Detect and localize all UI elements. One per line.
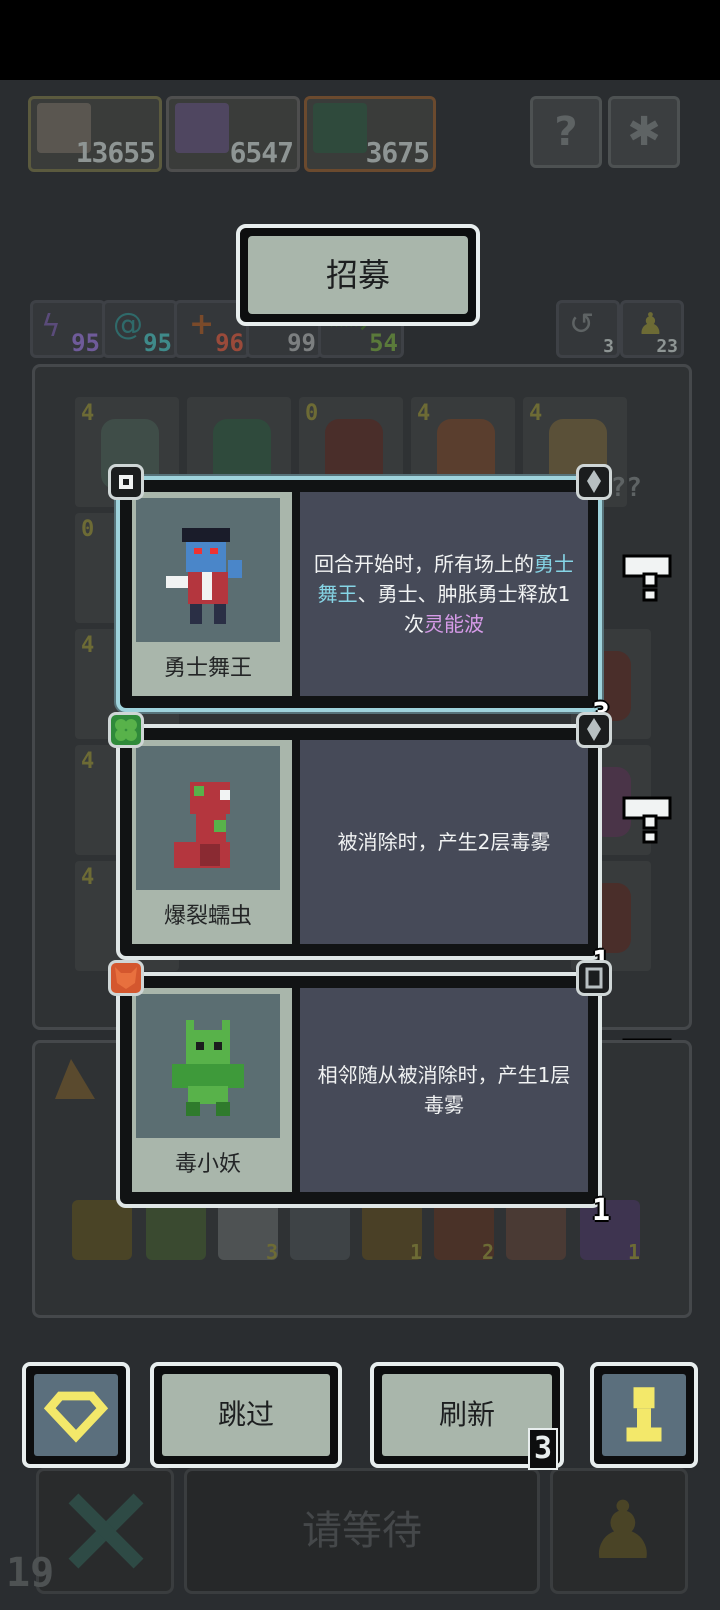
pawn-icon [626,1387,662,1442]
refresh-button-label: 刷新 [382,1374,552,1456]
stat-swirl-value: 95 [143,329,172,357]
card-count: 1 [591,1193,610,1228]
recruit-card[interactable]: 毒小妖 相邻随从被消除时，产生1层毒雾 1 [108,960,612,1228]
fox-badge-icon [108,960,144,996]
counter-pawn-value: 23 [656,336,678,357]
stat-plus-value: 96 [215,329,244,357]
shop-item [146,1200,206,1260]
pawn-dimmed-icon: ♟ [587,1484,659,1577]
recycle-icon: ↺ [569,307,595,342]
board-cell-level: 4 [529,401,543,426]
skip-button-label: 跳过 [162,1374,330,1456]
explosive-worm-icon [136,746,280,890]
pawn-button[interactable] [590,1362,698,1468]
stat-lightning: ϟ 95 [30,300,106,358]
shop-item: 2 [434,1200,494,1264]
recruit-card[interactable]: 爆裂蠕虫 被消除时，产生2层毒雾 1 [108,712,612,980]
dancer-warrior-icon [136,498,280,642]
resource-staff-value: 6547 [229,136,294,169]
card-name: 爆裂蠕虫 [163,904,252,929]
recruit-title: 招募 [236,224,480,326]
sword-badge-icon [576,464,612,500]
board-cell-level: 0 [81,517,95,542]
resource-hero: 13655 [28,96,162,172]
resource-dino: 3675 [304,96,436,172]
board-cell-level: 4 [81,865,95,890]
card-description: 回合开始时，所有场上的勇士舞王、勇士、肿胀勇士释放1次灵能波 [300,492,588,696]
card-portrait-frame: 爆裂蠕虫 [132,740,292,944]
card-description: 被消除时，产生2层毒雾 [300,740,588,944]
pawn-button-dimmed: ♟ [550,1468,688,1594]
counter-recycle: ↺ 3 [556,300,620,358]
shield-badge-icon [576,960,612,996]
card-portrait-frame: 毒小妖 [132,988,292,1192]
shop-item: 1 [580,1200,640,1264]
refresh-count: 3 [528,1428,558,1470]
clover-badge-icon [108,712,144,748]
settings-icon: ✱ [627,109,661,155]
dino-icon [313,103,367,153]
resource-dino-value: 3675 [365,136,430,169]
counter-recycle-value: 3 [603,336,614,357]
board-cell-level: 4 [81,633,95,658]
staff-icon [175,103,229,153]
board-cell-level: 0 [305,401,319,426]
cancel-button-dimmed [36,1468,174,1594]
board-cell-level: 4 [81,401,95,426]
question-mark-icon[interactable] [622,794,672,844]
question-mark-icon[interactable] [622,552,672,602]
sword-badge-icon [576,712,612,748]
counter-pawn: ♟ 23 [620,300,684,358]
turn-counter: 19 [6,1550,55,1596]
cheese-icon [55,1059,95,1099]
status-bar [0,0,720,80]
diamond-icon [43,1391,109,1443]
card-name: 勇士舞王 [163,656,252,681]
shop-item [506,1200,566,1260]
card-portrait-frame: 勇士舞王 [132,492,292,696]
shop-item: 1 [362,1200,422,1264]
board-cell-level: 4 [417,401,431,426]
card-name: 毒小妖 [174,1152,241,1177]
board-cell-level: 4 [81,749,95,774]
stat-lightning-value: 95 [71,329,100,357]
stat-bow-value: 54 [369,329,398,357]
help-button[interactable]: ? [530,96,602,168]
shop-item [72,1200,132,1260]
resource-staff: 6547 [166,96,300,172]
stat-sword-value: 99 [287,329,316,357]
diamond-button[interactable] [22,1362,130,1468]
wait-button: 请等待 [184,1468,540,1594]
help-icon: ? [554,109,578,155]
lightning-icon: ϟ [41,309,61,344]
card-description: 相邻随从被消除时，产生1层毒雾 [300,988,588,1192]
skip-button[interactable]: 跳过 [150,1362,342,1468]
shop-item: 3 [218,1200,278,1264]
plus-icon: + [189,307,215,342]
recruit-card[interactable]: 勇士舞王 回合开始时，所有场上的勇士舞王、勇士、肿胀勇士释放1次灵能波 3 [108,464,612,732]
shop-item [290,1200,350,1260]
swirl-icon: @ [113,307,143,342]
resource-hero-value: 13655 [75,136,156,169]
stat-swirl: @ 95 [102,300,178,358]
recruit-title-label: 招募 [248,236,468,314]
poison-imp-icon [136,994,280,1138]
gem-badge-icon [108,464,144,500]
settings-button[interactable]: ✱ [608,96,680,168]
